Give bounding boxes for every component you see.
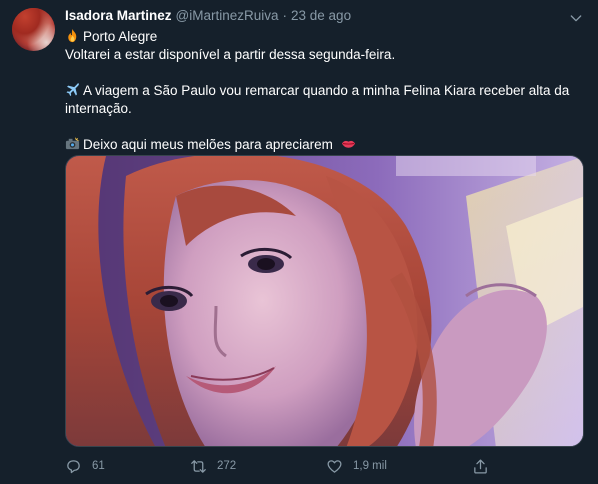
tweet-timestamp[interactable]: 23 de ago bbox=[291, 8, 351, 23]
tweet-actions: 61 272 1,9 mil bbox=[65, 456, 585, 476]
travel-line-continued: internação. bbox=[65, 101, 132, 116]
author-name[interactable]: Isadora Martinez bbox=[65, 8, 172, 23]
tweet-text: Porto Alegre Voltarei a estar disponível… bbox=[65, 28, 584, 154]
airplane-icon bbox=[66, 83, 79, 97]
like-count: 1,9 mil bbox=[353, 460, 387, 472]
separator-dot: · bbox=[282, 8, 288, 23]
fire-icon bbox=[68, 28, 77, 43]
lips-icon bbox=[341, 140, 355, 148]
avatar[interactable] bbox=[12, 8, 55, 51]
retweet-icon bbox=[191, 459, 206, 473]
tweet-content: Isadora Martinez @iMartinezRuiva · 23 de… bbox=[65, 8, 584, 154]
retweet-button[interactable]: 272 bbox=[190, 458, 236, 475]
chevron-down-icon[interactable] bbox=[568, 10, 584, 26]
closing-text: Deixo aqui meus melões para apreciarem bbox=[83, 137, 333, 152]
retweet-count: 272 bbox=[217, 460, 237, 472]
author-handle[interactable]: @iMartinezRuiva bbox=[176, 8, 279, 23]
share-icon bbox=[474, 458, 487, 474]
tweet-photo[interactable] bbox=[65, 155, 584, 447]
tweet-header: Isadora Martinez @iMartinezRuiva · 23 de… bbox=[65, 8, 584, 28]
travel-text: A viagem a São Paulo vou remarcar quando… bbox=[83, 83, 570, 98]
travel-line: A viagem a São Paulo vou remarcar quando… bbox=[65, 82, 584, 100]
reply-button[interactable]: 61 bbox=[65, 458, 105, 475]
share-button[interactable] bbox=[472, 458, 499, 475]
closing-line: Deixo aqui meus melões para apreciarem bbox=[65, 136, 584, 154]
camera-flash-icon bbox=[65, 136, 80, 150]
like-button[interactable]: 1,9 mil bbox=[326, 458, 387, 475]
tweet[interactable]: Isadora Martinez @iMartinezRuiva · 23 de… bbox=[0, 0, 598, 484]
reply-count: 61 bbox=[92, 460, 105, 472]
location-line: Porto Alegre bbox=[65, 28, 584, 46]
reply-icon bbox=[67, 459, 80, 473]
availability-line: Voltarei a estar disponível a partir des… bbox=[65, 47, 396, 62]
location-text: Porto Alegre bbox=[83, 29, 158, 44]
heart-icon bbox=[327, 459, 342, 473]
selfie-image bbox=[66, 156, 583, 446]
